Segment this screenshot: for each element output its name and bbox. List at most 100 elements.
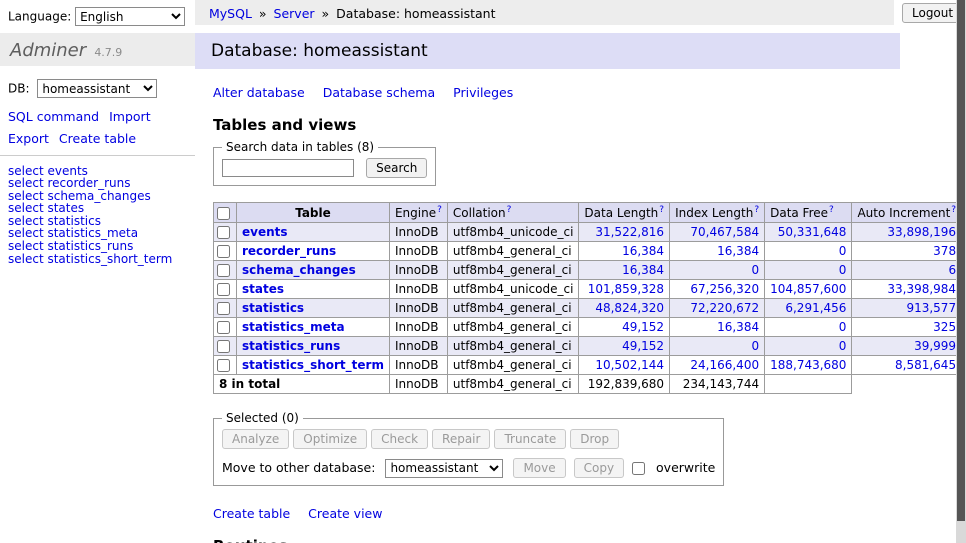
data-free-link[interactable]: 0 — [839, 320, 847, 334]
data-free-link[interactable]: 188,743,680 — [770, 358, 846, 372]
database-nav-link[interactable]: Database schema — [323, 85, 435, 100]
index-length-link[interactable]: 16,384 — [717, 244, 759, 258]
selected-action-button[interactable]: Analyze — [222, 429, 289, 449]
engine-cell: InnoDB — [389, 318, 447, 337]
row-checkbox[interactable] — [217, 302, 230, 315]
data-length-link[interactable]: 16,384 — [622, 244, 664, 258]
search-legend: Search data in tables (8) — [222, 140, 378, 154]
auto-increment-link[interactable]: 8,581,645 — [895, 358, 956, 372]
data-free-link[interactable]: 0 — [839, 263, 847, 277]
data-free-link[interactable]: 0 — [839, 339, 847, 353]
selected-action-button[interactable]: Truncate — [494, 429, 566, 449]
row-checkbox[interactable] — [217, 283, 230, 296]
help-icon[interactable]: ? — [829, 205, 834, 215]
breadcrumb-server-link[interactable]: Server — [274, 6, 315, 21]
data-free-link[interactable]: 6,291,456 — [785, 301, 846, 315]
table-name-link[interactable]: recorder_runs — [242, 244, 336, 258]
row-checkbox-cell — [214, 299, 237, 318]
row-checkbox[interactable] — [217, 264, 230, 277]
auto-increment-link[interactable]: 6 — [948, 263, 956, 277]
select-all-checkbox[interactable] — [217, 207, 230, 220]
scrollbar-track[interactable] — [956, 0, 966, 543]
help-icon[interactable]: ? — [507, 205, 512, 215]
move-button[interactable]: Move — [513, 458, 565, 478]
index-length-link[interactable]: 67,256,320 — [690, 282, 759, 296]
create-link[interactable]: Create table — [213, 506, 290, 521]
table-name-link[interactable]: statistics — [242, 301, 304, 315]
index-length-link[interactable]: 0 — [751, 339, 759, 353]
language-label: Language: — [8, 10, 71, 24]
help-icon[interactable]: ? — [659, 205, 664, 215]
index-length-link[interactable]: 72,220,672 — [690, 301, 759, 315]
sidebar-table-link[interactable]: select states — [8, 202, 187, 215]
search-button[interactable]: Search — [366, 158, 427, 178]
index-length-link[interactable]: 0 — [751, 263, 759, 277]
data-length-link[interactable]: 48,824,320 — [595, 301, 664, 315]
help-icon[interactable]: ? — [754, 205, 759, 215]
sidebar-action-link[interactable]: SQL command — [8, 109, 99, 124]
sidebar-table-link[interactable]: select recorder_runs — [8, 177, 187, 190]
col-header-data-length: Data Length? — [579, 203, 670, 223]
table-name-link[interactable]: statistics_runs — [242, 339, 340, 353]
data-length-link[interactable]: 10,502,144 — [595, 358, 664, 372]
table-name-link[interactable]: statistics_meta — [242, 320, 345, 334]
logout-button[interactable]: Logout — [902, 3, 963, 23]
language-select[interactable]: English — [75, 7, 185, 26]
auto-increment-link[interactable]: 325 — [933, 320, 956, 334]
data-length-link[interactable]: 16,384 — [622, 263, 664, 277]
table-name-link[interactable]: events — [242, 225, 288, 239]
selected-action-button[interactable]: Repair — [432, 429, 490, 449]
sidebar-table-link[interactable]: select statistics_short_term — [8, 253, 187, 266]
sidebar-action-link[interactable]: Export — [8, 131, 49, 146]
data-length-link[interactable]: 49,152 — [622, 320, 664, 334]
data-length-link[interactable]: 101,859,328 — [588, 282, 664, 296]
index-length-link[interactable]: 16,384 — [717, 320, 759, 334]
data-free-link[interactable]: 104,857,600 — [770, 282, 846, 296]
col-header-index-length: Index Length? — [670, 203, 765, 223]
index-length-link[interactable]: 24,166,400 — [690, 358, 759, 372]
row-checkbox[interactable] — [217, 359, 230, 372]
row-checkbox[interactable] — [217, 321, 230, 334]
move-db-select[interactable]: homeassistant — [385, 459, 503, 478]
database-nav-link[interactable]: Alter database — [213, 85, 305, 100]
data-length-cell: 101,859,328 — [579, 280, 670, 299]
auto-increment-link[interactable]: 33,898,196 — [887, 225, 956, 239]
scrollbar-thumb[interactable] — [957, 0, 965, 521]
sidebar-table-link[interactable]: select statistics_runs — [8, 240, 187, 253]
data-length-link[interactable]: 31,522,816 — [595, 225, 664, 239]
database-nav-link[interactable]: Privileges — [453, 85, 513, 100]
table-name-cell: statistics_short_term — [237, 356, 390, 375]
auto-increment-link[interactable]: 913,577 — [906, 301, 956, 315]
search-input[interactable] — [222, 159, 354, 177]
copy-button[interactable]: Copy — [574, 458, 624, 478]
row-checkbox[interactable] — [217, 226, 230, 239]
selected-action-button[interactable]: Optimize — [293, 429, 367, 449]
collation-cell: utf8mb4_general_ci — [447, 261, 579, 280]
data-length-link[interactable]: 49,152 — [622, 339, 664, 353]
db-select[interactable]: homeassistant — [37, 79, 157, 98]
col-header-label: Index Length — [675, 206, 753, 220]
data-free-link[interactable]: 0 — [839, 244, 847, 258]
index-length-link[interactable]: 70,467,584 — [690, 225, 759, 239]
data-free-link[interactable]: 50,331,648 — [778, 225, 847, 239]
breadcrumb-mysql-link[interactable]: MySQL — [209, 6, 252, 21]
breadcrumb-current: Database: homeassistant — [336, 6, 495, 21]
help-icon[interactable]: ? — [437, 205, 442, 215]
data-free-cell: 6,291,456 — [765, 299, 852, 318]
overwrite-checkbox[interactable] — [632, 462, 645, 475]
sidebar-action-link[interactable]: Create table — [59, 131, 136, 146]
collation-cell: utf8mb4_general_ci — [447, 356, 579, 375]
selected-action-button[interactable]: Drop — [570, 429, 619, 449]
collation-cell: utf8mb4_general_ci — [447, 299, 579, 318]
selected-action-button[interactable]: Check — [371, 429, 428, 449]
auto-increment-link[interactable]: 39,999 — [914, 339, 956, 353]
create-link[interactable]: Create view — [308, 506, 382, 521]
table-name-link[interactable]: schema_changes — [242, 263, 356, 277]
table-name-link[interactable]: statistics_short_term — [242, 358, 384, 372]
auto-increment-link[interactable]: 33,398,984 — [887, 282, 956, 296]
row-checkbox[interactable] — [217, 245, 230, 258]
row-checkbox[interactable] — [217, 340, 230, 353]
table-name-link[interactable]: states — [242, 282, 284, 296]
sidebar-action-link[interactable]: Import — [109, 109, 151, 124]
auto-increment-link[interactable]: 378 — [933, 244, 956, 258]
